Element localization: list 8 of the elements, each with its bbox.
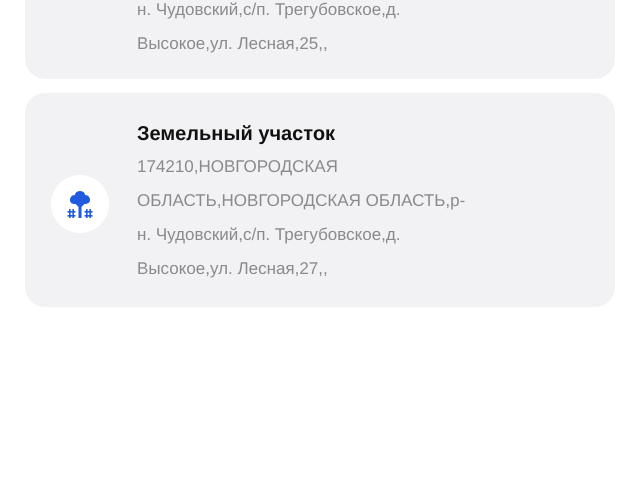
- card-title: Земельный участок: [137, 122, 336, 147]
- address-line: 174210,НОВГОРОДСКАЯ: [137, 156, 339, 178]
- address-line: Высокое,ул. Лесная,25,,: [137, 33, 329, 55]
- address-line: Высокое,ул. Лесная,27,,: [137, 258, 329, 280]
- address-line: н. Чудовский,с/п. Трегубовское,д.: [137, 0, 402, 21]
- address-line: н. Чудовский,с/п. Трегубовское,д.: [137, 224, 402, 246]
- property-card[interactable]: Земельный участок 174210,НОВГОРОДСКАЯ ОБЛАСТЬ,НОВГОРОДСКАЯ ОБЛАСТЬ,р- н. Чудовский,с/п. Трегубовское,д. Высокое,ул. Лесная,27,,: [25, 93, 615, 307]
- address-line: ОБЛАСТЬ,НОВГОРОДСКАЯ ОБЛАСТЬ,р-: [137, 190, 466, 212]
